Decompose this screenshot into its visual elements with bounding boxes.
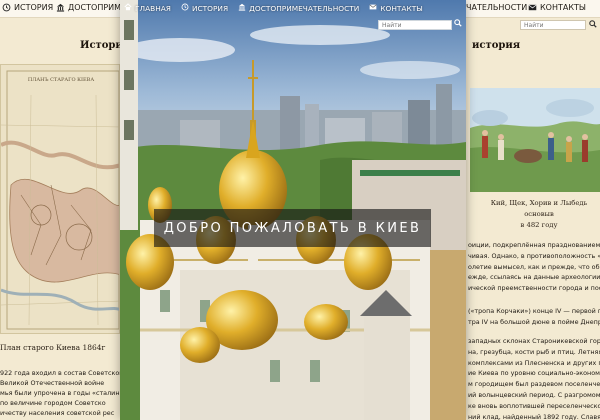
right-text-line: м городищем был раздевом поселенческой: [468, 380, 600, 389]
nav-label-home: ГЛАВНАЯ: [135, 3, 171, 13]
nav-label-history: ИСТОРИЯ: [191, 3, 229, 13]
right-text-line: чивая. Однако, в противоположность «ко: [468, 251, 600, 260]
left-text-line: по величине городом Советско: [0, 399, 106, 407]
nav-item-history[interactable]: ИСТОРИЯ: [181, 3, 228, 13]
search-icon[interactable]: [589, 20, 597, 30]
right-text-line: ке вновь воплотившей переселенческой кул…: [468, 401, 600, 410]
nav-item-home[interactable]: ГЛАВНАЯ: [124, 3, 171, 13]
left-body-text: 922 года входил в состав Советског Велик…: [0, 368, 120, 418]
landmark-icon: [56, 3, 65, 12]
search-icon[interactable]: [454, 19, 462, 29]
nav-label-landmarks: ДОСТОПРИМЕЧАТЕЛЬНОСТИ: [249, 3, 360, 13]
bg-nav-label-landmarks-tail: ЧАТЕЛЬНОСТИ: [466, 3, 528, 12]
bg-nav-label-contacts: КОНТАКТЫ: [540, 3, 586, 12]
welcome-overlay: ГЛАВНАЯ ИСТОРИЯ ДОСТОПРИМЕЧАТЕЛЬНОСТИ КО…: [120, 0, 466, 420]
right-section-heading: история: [472, 40, 521, 51]
bg-nav-item-contacts[interactable]: КОНТАКТЫ: [528, 3, 586, 12]
founders-painting-image: [470, 88, 600, 192]
left-text-line: ичеству населения советской рес: [0, 409, 115, 417]
home-icon: [124, 3, 132, 13]
right-text-line: комплексами из Плесненска и других посе: [468, 358, 600, 367]
history-icon: [181, 3, 189, 13]
right-text-line: ие Киева по уровню социально-экономич: [468, 369, 600, 378]
bg-nav-label-history: ИСТОРИЯ: [14, 3, 54, 12]
right-text-line: олетие вымысел, как и прежде, что образ: [468, 262, 600, 271]
mail-icon: [369, 3, 377, 13]
welcome-title: ДОБРО ПОЖАЛОВАТЬ В КИЕВ: [163, 220, 422, 236]
left-text-line: мья были упрочена в годы «сталин: [0, 389, 120, 397]
search-input[interactable]: [378, 20, 452, 30]
painting-caption-text: Кий, Щек, Хорив и Лыбедь основыв в 482 г…: [490, 199, 588, 229]
nav-label-contacts: КОНТАКТЫ: [380, 3, 423, 13]
bg-search-input[interactable]: [520, 20, 586, 30]
welcome-banner: ДОБРО ПОЖАЛОВАТЬ В КИЕВ: [154, 209, 431, 247]
landmark-icon: [238, 3, 246, 13]
painting-caption: Кий, Щек, Хорив и Лыбедь основыв в 482 г…: [478, 198, 600, 231]
right-text-line: («тропа Корчаки») конце IV — первой пол: [468, 307, 600, 315]
map-caption: План старого Киева 1864г: [0, 343, 106, 352]
old-kiev-map-image: ПЛАНЪ СТАРАГО КІЕВА: [0, 64, 120, 334]
bg-nav-item-landmarks[interactable]: ДОСТОПРИМЕ: [56, 3, 126, 12]
right-text-line: ежде, ссылаясь на данные археологии; пр: [468, 273, 600, 282]
mail-icon: [528, 3, 537, 12]
right-text-line: оиции, подкреплённая празднованием в 1: [468, 241, 600, 249]
right-body-text-1: оиции, подкреплённая празднованием в 1 ч…: [468, 240, 600, 294]
right-text-line: на, грезубца, кости рыб и птиц. Летняя к…: [468, 347, 600, 356]
svg-text:ПЛАНЪ СТАРАГО КІЕВА: ПЛАНЪ СТАРАГО КІЕВА: [28, 77, 95, 83]
right-text-line: ий волынцевский период. С разгромом в: [468, 390, 600, 399]
left-section-heading: Истори: [80, 40, 123, 51]
nav-item-contacts[interactable]: КОНТАКТЫ: [369, 3, 423, 13]
left-text-line: Великой Отечественной войне: [0, 379, 105, 387]
left-text-line: 922 года входил в состав Советског: [0, 369, 120, 377]
overlay-nav-bar: ГЛАВНАЯ ИСТОРИЯ ДОСТОПРИМЕЧАТЕЛЬНОСТИ КО…: [120, 0, 466, 16]
right-text-line: ической преемственности города и поселен…: [468, 284, 600, 293]
right-body-text-2: («тропа Корчаки») конце IV — первой пол …: [468, 306, 600, 328]
right-text-line: западных склонах Староникевской горы, с: [468, 337, 600, 345]
right-body-text-3: западных склонах Староникевской горы, с …: [468, 336, 600, 420]
nav-item-landmarks[interactable]: ДОСТОПРИМЕЧАТЕЛЬНОСТИ: [238, 3, 359, 13]
bg-nav-item-landmarks-tail[interactable]: ЧАТЕЛЬНОСТИ: [466, 3, 527, 12]
history-icon: [2, 3, 11, 12]
right-text-line: тра IV на большой дюне в пойме Днепра: [468, 317, 600, 326]
bg-nav-label-landmarks: ДОСТОПРИМЕ: [68, 3, 127, 12]
bg-nav-item-history[interactable]: ИСТОРИЯ: [2, 3, 53, 12]
right-text-line: ний клад, найденный 1892 году. Славянск: [468, 412, 600, 420]
